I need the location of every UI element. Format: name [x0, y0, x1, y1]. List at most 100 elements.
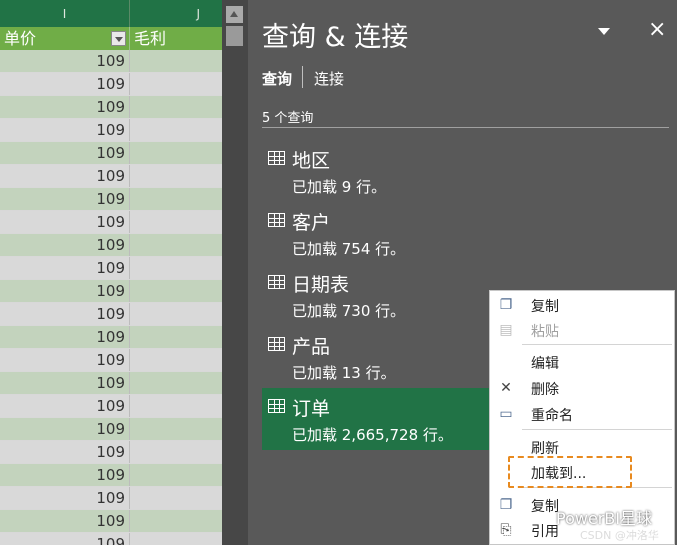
paste-icon: ▤: [499, 322, 513, 338]
watermark-brand: PowerBI星球: [556, 509, 653, 528]
price-cell[interactable]: 109: [0, 142, 130, 164]
divider: [262, 127, 669, 128]
filter-dropdown-icon[interactable]: [111, 31, 126, 46]
pane-options-chevron-down-icon[interactable]: [598, 28, 610, 35]
price-cell[interactable]: 109: [0, 441, 130, 463]
menu-item-edit[interactable]: 编辑: [490, 350, 674, 374]
price-cell[interactable]: 109: [0, 395, 130, 417]
table-icon: [268, 275, 285, 289]
profit-cell[interactable]: [130, 96, 222, 118]
profit-cell[interactable]: [130, 165, 222, 187]
menu-label: 删除: [531, 382, 559, 398]
table-row: 109: [0, 395, 222, 418]
table-row: 109: [0, 119, 222, 142]
profit-cell[interactable]: [130, 510, 222, 532]
price-cell[interactable]: 109: [0, 50, 130, 72]
menu-label: 编辑: [531, 356, 559, 372]
profit-cell[interactable]: [130, 464, 222, 486]
tab-divider: [302, 66, 303, 88]
profit-cell[interactable]: [130, 142, 222, 164]
price-cell[interactable]: 109: [0, 165, 130, 187]
close-icon[interactable]: ×: [648, 17, 666, 42]
menu-item-delete[interactable]: ✕ 删除: [490, 376, 674, 400]
profit-cell[interactable]: [130, 280, 222, 302]
column-header-i[interactable]: I: [0, 0, 130, 27]
query-item[interactable]: 日期表 已加载 730 行。: [262, 264, 492, 326]
profit-cell[interactable]: [130, 303, 222, 325]
header-cell-profit[interactable]: 毛利: [130, 27, 222, 50]
profit-cell[interactable]: [130, 257, 222, 279]
column-header-j[interactable]: J: [130, 0, 222, 27]
table-row: 109: [0, 96, 222, 119]
query-item[interactable]: 产品 已加载 13 行。: [262, 326, 492, 388]
price-cell[interactable]: 109: [0, 211, 130, 233]
profit-cell[interactable]: [130, 188, 222, 210]
table-row: 109: [0, 487, 222, 510]
query-rows-loaded: 已加载 2,665,728 行。: [292, 426, 453, 444]
profit-cell[interactable]: [130, 234, 222, 256]
table-row: 109: [0, 326, 222, 349]
price-cell[interactable]: 109: [0, 464, 130, 486]
delete-x-icon: ✕: [500, 380, 512, 396]
price-cell[interactable]: 109: [0, 96, 130, 118]
price-cell[interactable]: 109: [0, 510, 130, 532]
profit-cell[interactable]: [130, 418, 222, 440]
menu-label: 刷新: [531, 441, 559, 457]
price-cell[interactable]: 109: [0, 349, 130, 371]
menu-item-copy[interactable]: ❐ 复制: [490, 293, 674, 317]
profit-cell[interactable]: [130, 211, 222, 233]
profit-cell[interactable]: [130, 372, 222, 394]
table-row: 109: [0, 280, 222, 303]
query-count: 5 个查询: [262, 111, 314, 126]
query-item[interactable]: 客户 已加载 754 行。: [262, 202, 492, 264]
table-row: 109: [0, 234, 222, 257]
query-rows-loaded: 已加载 9 行。: [292, 178, 387, 196]
price-cell[interactable]: 109: [0, 372, 130, 394]
menu-label: 重命名: [531, 408, 573, 424]
scroll-thumb[interactable]: [226, 26, 243, 46]
table-row: 109: [0, 50, 222, 73]
table-row: 109: [0, 441, 222, 464]
profit-cell[interactable]: [130, 487, 222, 509]
price-cell[interactable]: 109: [0, 303, 130, 325]
query-item-selected[interactable]: 订单 已加载 2,665,728 行。: [262, 388, 492, 450]
tab-connections[interactable]: 连接: [314, 68, 344, 89]
price-cell[interactable]: 109: [0, 234, 130, 256]
header-cell-price[interactable]: 单价: [0, 27, 130, 50]
profit-cell[interactable]: [130, 50, 222, 72]
profit-cell[interactable]: [130, 326, 222, 348]
price-cell[interactable]: 109: [0, 533, 130, 545]
query-item[interactable]: 地区 已加载 9 行。: [262, 140, 492, 202]
header-profit-label: 毛利: [134, 29, 167, 48]
price-cell[interactable]: 109: [0, 280, 130, 302]
table-row: 109: [0, 211, 222, 234]
price-cell[interactable]: 109: [0, 73, 130, 95]
scroll-up-arrow-icon[interactable]: [226, 6, 243, 23]
menu-item-rename[interactable]: ▭ 重命名: [490, 402, 674, 426]
price-cell[interactable]: 109: [0, 119, 130, 141]
menu-item-paste: ▤ 粘贴: [490, 318, 674, 342]
duplicate-icon: ❐: [499, 497, 513, 513]
price-cell[interactable]: 109: [0, 418, 130, 440]
profit-cell[interactable]: [130, 349, 222, 371]
table-row: 109: [0, 257, 222, 280]
profit-cell[interactable]: [130, 119, 222, 141]
query-name: 地区: [292, 150, 331, 172]
paperclip-icon: ⎘: [500, 522, 512, 538]
pane-title: 查询 & 连接: [262, 22, 409, 53]
copy-icon: ❐: [499, 297, 513, 313]
price-cell[interactable]: 109: [0, 257, 130, 279]
price-cell[interactable]: 109: [0, 326, 130, 348]
price-cell[interactable]: 109: [0, 487, 130, 509]
table-header-row: 单价 毛利: [0, 27, 222, 50]
profit-cell[interactable]: [130, 395, 222, 417]
tab-queries[interactable]: 查询: [262, 68, 292, 89]
vertical-scrollbar[interactable]: [222, 0, 248, 545]
table-row: 109: [0, 165, 222, 188]
profit-cell[interactable]: [130, 441, 222, 463]
profit-cell[interactable]: [130, 533, 222, 545]
profit-cell[interactable]: [130, 73, 222, 95]
table-icon: [268, 151, 285, 165]
price-cell[interactable]: 109: [0, 188, 130, 210]
table-row: 109: [0, 142, 222, 165]
